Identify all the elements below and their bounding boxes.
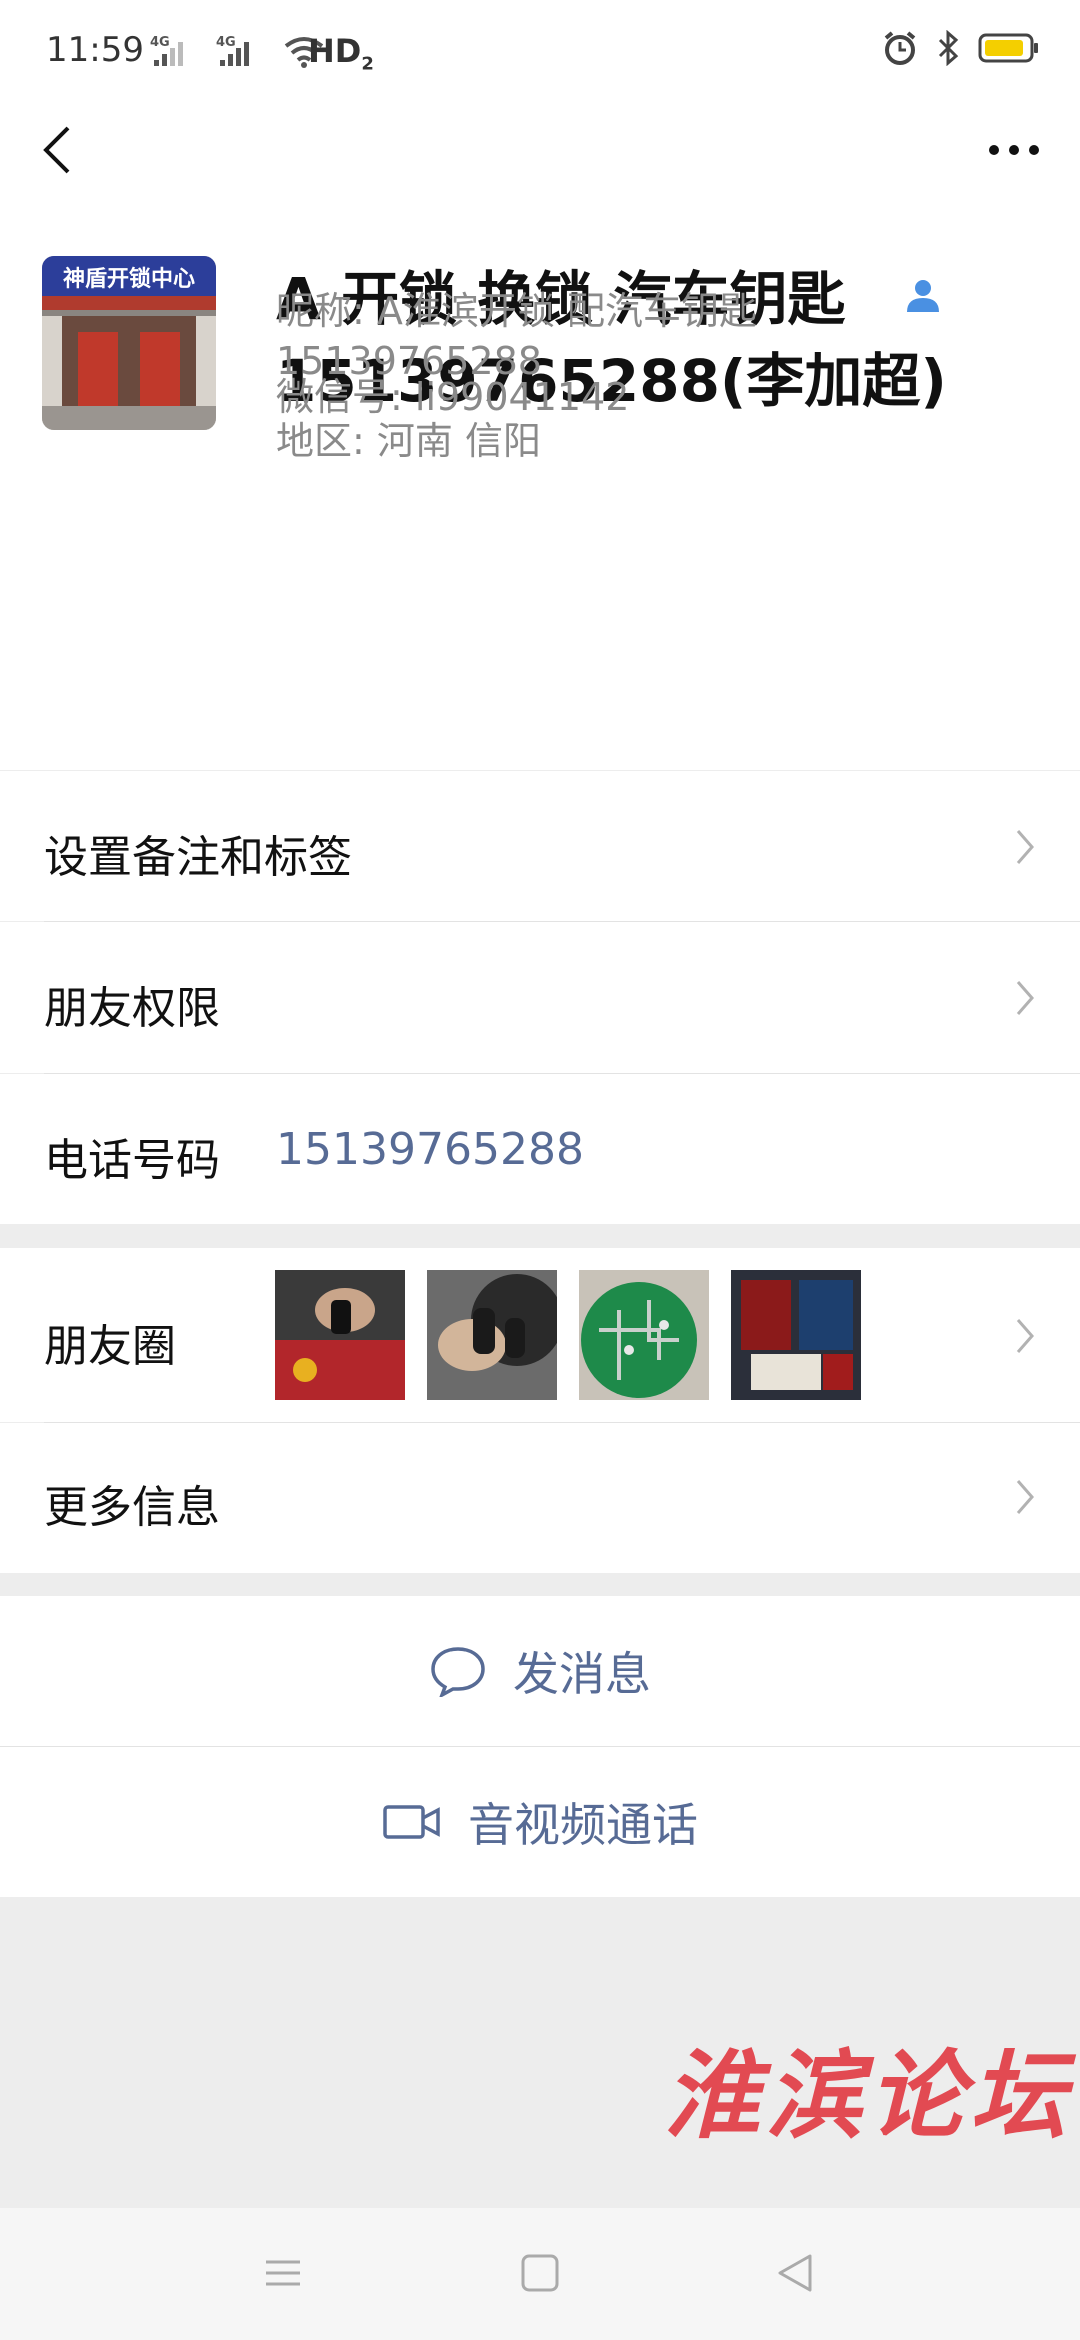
battery-icon	[978, 33, 1038, 63]
alarm-icon	[884, 31, 916, 65]
video-camera-icon	[383, 1805, 440, 1839]
avatar[interactable]: 神盾开锁中心	[42, 256, 216, 430]
phone-number-link[interactable]: 15139765288	[276, 1124, 584, 1175]
region: 地区: 河南 信阳	[276, 419, 541, 463]
status-time: 11:59	[46, 30, 144, 70]
moments-label: 朋友圈	[44, 1321, 176, 1372]
video-call-label: 音视频通话	[468, 1798, 698, 1852]
bluetooth-icon	[938, 30, 959, 66]
profile-card: 神盾开锁中心 A 开锁 换锁 汽车钥匙 15139765288(李加超) 昵称:…	[0, 200, 1080, 770]
svg-text:4G: 4G	[216, 35, 236, 50]
moments-photo	[275, 1270, 405, 1400]
nickname-line1: 昵称: A淮滨开锁 配汽车钥匙	[276, 289, 757, 333]
video-call-button[interactable]: 音视频通话	[0, 1747, 1080, 1897]
more-info-label: 更多信息	[44, 1482, 220, 1533]
moments-row[interactable]: 朋友圈	[0, 1248, 1080, 1422]
moments-photo	[579, 1270, 709, 1400]
top-bar	[0, 100, 1080, 200]
permissions-label: 朋友权限	[44, 983, 220, 1034]
system-nav-bar	[0, 2208, 1080, 2340]
chevron-left-icon[interactable]	[38, 122, 78, 178]
remark-label: 设置备注和标签	[44, 832, 352, 883]
status-bar: 11:59 4G 4G HD2	[0, 0, 1080, 100]
svg-text:4G: 4G	[150, 35, 170, 50]
moments-photo	[427, 1270, 557, 1400]
nickname: 昵称: A淮滨开锁 配汽车钥匙 15139765288	[276, 286, 1036, 386]
hd-indicator: HD2	[308, 32, 374, 75]
send-message-button[interactable]: 发消息	[0, 1596, 1080, 1746]
status-right	[882, 30, 1040, 66]
square-home-icon[interactable]	[515, 2248, 565, 2298]
chevron-right-icon	[1016, 1480, 1034, 1514]
send-message-label: 发消息	[513, 1647, 651, 1701]
forum-watermark: 淮滨论坛	[664, 2039, 1072, 2152]
signal-4g-icon: 4G	[216, 35, 249, 66]
chat-bubble-icon	[431, 1647, 485, 1697]
svg-text:神盾开锁中心: 神盾开锁中心	[63, 266, 195, 292]
permissions-row[interactable]: 朋友权限	[0, 922, 1080, 1073]
chevron-right-icon	[1016, 830, 1034, 864]
wechat-id: 微信号: li99041142	[276, 375, 630, 419]
menu-icon[interactable]	[258, 2248, 308, 2298]
more-info-row[interactable]: 更多信息	[0, 1423, 1080, 1573]
phone-label: 电话号码	[44, 1135, 220, 1186]
more-horizontal-icon[interactable]	[984, 128, 1044, 172]
network-indicators: 4G 4G	[150, 34, 326, 68]
signal-4g-icon: 4G	[150, 35, 183, 66]
remark-row[interactable]: 设置备注和标签	[0, 771, 1080, 921]
chevron-right-icon	[1016, 1319, 1034, 1353]
phone-row: 电话号码 15139765288	[0, 1074, 1080, 1224]
moments-photo	[731, 1270, 861, 1400]
chevron-right-icon	[1016, 981, 1034, 1015]
triangle-back-icon[interactable]	[770, 2248, 820, 2298]
